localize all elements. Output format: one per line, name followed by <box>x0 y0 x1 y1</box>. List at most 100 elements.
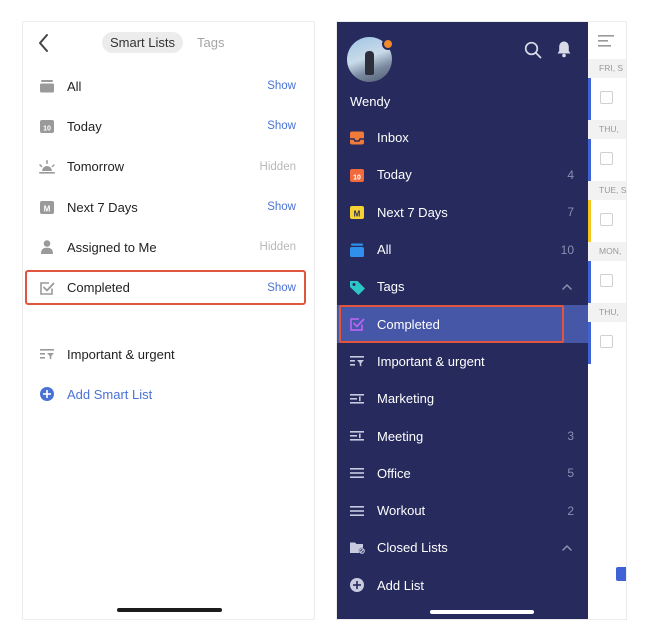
task-checkbox[interactable] <box>600 274 613 287</box>
plus-circle-icon <box>38 385 56 403</box>
sidebar-item-label: Important & urgent <box>377 353 485 369</box>
home-indicator[interactable] <box>117 608 222 612</box>
bell-icon[interactable] <box>556 40 572 58</box>
task-row[interactable] <box>588 261 626 303</box>
svg-text:10: 10 <box>353 174 361 181</box>
task-checkbox[interactable] <box>600 335 613 348</box>
smart-list-item-assigned-to-me[interactable]: Assigned to Me Hidden <box>23 227 314 267</box>
home-indicator[interactable] <box>430 610 534 614</box>
date-header: THU, <box>588 120 626 139</box>
visibility-toggle[interactable]: Show <box>267 201 296 213</box>
date-header: MON, <box>588 242 626 261</box>
list-icon <box>348 464 366 482</box>
chevron-up-icon[interactable] <box>561 283 573 291</box>
add-smart-list-label: Add Smart List <box>67 386 153 402</box>
sidebar-item-count: 7 <box>567 205 574 220</box>
smart-list-item-tomorrow[interactable]: Tomorrow Hidden <box>23 147 314 187</box>
svg-text:M: M <box>354 210 361 219</box>
task-row[interactable] <box>588 322 626 364</box>
sidebar-item-label: Marketing <box>377 391 435 407</box>
checkbox-icon <box>348 315 366 333</box>
visibility-toggle[interactable]: Show <box>267 282 296 294</box>
filter-list-icon <box>348 352 366 370</box>
back-chevron-icon[interactable] <box>36 32 52 54</box>
task-checkbox[interactable] <box>600 91 613 104</box>
task-list-peek: FRI, S THU, TUE, S MON, THU, <box>588 22 626 619</box>
smart-list-item-next-7-days[interactable]: M Next 7 Days Show <box>23 187 314 227</box>
sidebar-item-office[interactable]: Office 5 <box>337 455 588 492</box>
svg-text:10: 10 <box>43 126 51 133</box>
sidebar-item-next-7-days[interactable]: M Next 7 Days 7 <box>337 194 588 231</box>
calendar-10-icon: 10 <box>38 117 56 135</box>
search-icon[interactable] <box>524 41 542 59</box>
visibility-toggle[interactable]: Hidden <box>260 241 296 253</box>
date-header: TUE, S <box>588 181 626 200</box>
task-checkbox[interactable] <box>600 213 613 226</box>
sidebar-item-meeting[interactable]: Meeting 3 <box>337 417 588 454</box>
smart-list-item-important-urgent[interactable]: Important & urgent <box>23 334 314 374</box>
visibility-toggle[interactable]: Hidden <box>260 161 296 173</box>
smart-list-item-today[interactable]: 10 Today Show <box>23 106 314 146</box>
smart-list-items: All Show 10 Today Show Tomorrow Hidden M… <box>23 66 314 308</box>
sidebar-item-count: 5 <box>567 466 574 481</box>
sidebar-item-label: Completed <box>377 316 440 332</box>
list-icon <box>348 502 366 520</box>
add-smart-list-button[interactable]: Add Smart List <box>23 374 314 414</box>
sidebar-drawer: Wendy Inbox 10 Today 4 M Next 7 Days 7 A… <box>337 22 588 619</box>
stack-icon <box>38 77 56 95</box>
task-row[interactable] <box>588 200 626 242</box>
calendar-m-icon: M <box>348 203 366 221</box>
custom-smart-lists: Important & urgent Add Smart List <box>23 334 314 415</box>
smart-list-label: Today <box>67 118 102 134</box>
task-row[interactable] <box>588 139 626 181</box>
task-row[interactable] <box>588 78 626 120</box>
checked-box-icon[interactable] <box>616 567 626 581</box>
sidebar-item-label: Meeting <box>377 428 424 444</box>
smart-list-item-completed[interactable]: Completed Show <box>23 267 314 307</box>
task-checkbox[interactable] <box>600 152 613 165</box>
tab-smart-lists[interactable]: Smart Lists <box>102 32 184 53</box>
sidebar-item-count: 10 <box>560 242 574 257</box>
tab-tags[interactable]: Tags <box>189 32 232 53</box>
sidebar-item-label: Next 7 Days <box>377 204 448 220</box>
sidebar-screen: Wendy Inbox 10 Today 4 M Next 7 Days 7 A… <box>336 21 627 620</box>
smart-list-label: Assigned to Me <box>67 239 157 255</box>
filter-list-icon <box>38 345 56 363</box>
plus-circle-icon <box>348 576 366 594</box>
calendar-m-icon: M <box>38 198 56 216</box>
svg-text:M: M <box>44 205 51 214</box>
menu-icon[interactable] <box>598 35 614 47</box>
smart-list-item-all[interactable]: All Show <box>23 66 314 106</box>
visibility-toggle[interactable]: Show <box>267 120 296 132</box>
stack-icon <box>348 241 366 259</box>
sidebar-item-inbox[interactable]: Inbox <box>337 119 588 156</box>
filter-list-icon <box>348 390 366 408</box>
sidebar-item-label: All <box>377 242 392 258</box>
checkbox-icon <box>38 279 56 297</box>
date-header: THU, <box>588 303 626 322</box>
sidebar-item-label: Today <box>377 167 412 183</box>
sidebar-item-label: Tags <box>377 279 405 295</box>
filter-list-icon <box>348 427 366 445</box>
smart-list-label: Next 7 Days <box>67 199 138 215</box>
segmented-control: Smart Lists Tags <box>102 32 232 53</box>
sidebar-item-tags[interactable]: Tags <box>337 268 588 305</box>
smart-list-label: Important & urgent <box>67 346 175 362</box>
folder-icon <box>348 539 366 557</box>
smart-lists-header: Smart Lists Tags <box>23 32 314 56</box>
crown-badge-icon <box>382 38 394 50</box>
sidebar-item-count: 4 <box>567 167 574 182</box>
sidebar-item-completed[interactable]: Completed <box>337 305 588 344</box>
sidebar-item-important-urgent[interactable]: Important & urgent <box>337 343 588 380</box>
avatar-photo-figure <box>365 51 374 75</box>
sidebar-item-all[interactable]: All 10 <box>337 231 588 268</box>
sidebar-item-marketing[interactable]: Marketing <box>337 380 588 417</box>
sidebar-item-today[interactable]: 10 Today 4 <box>337 156 588 193</box>
tag-icon <box>348 278 366 296</box>
sidebar-item-workout[interactable]: Workout 2 <box>337 492 588 529</box>
add-list-button[interactable]: Add List <box>337 567 588 604</box>
visibility-toggle[interactable]: Show <box>267 80 296 92</box>
sunrise-icon <box>38 158 56 176</box>
chevron-up-icon[interactable] <box>561 544 573 552</box>
sidebar-item-closed-lists[interactable]: Closed Lists <box>337 529 588 566</box>
